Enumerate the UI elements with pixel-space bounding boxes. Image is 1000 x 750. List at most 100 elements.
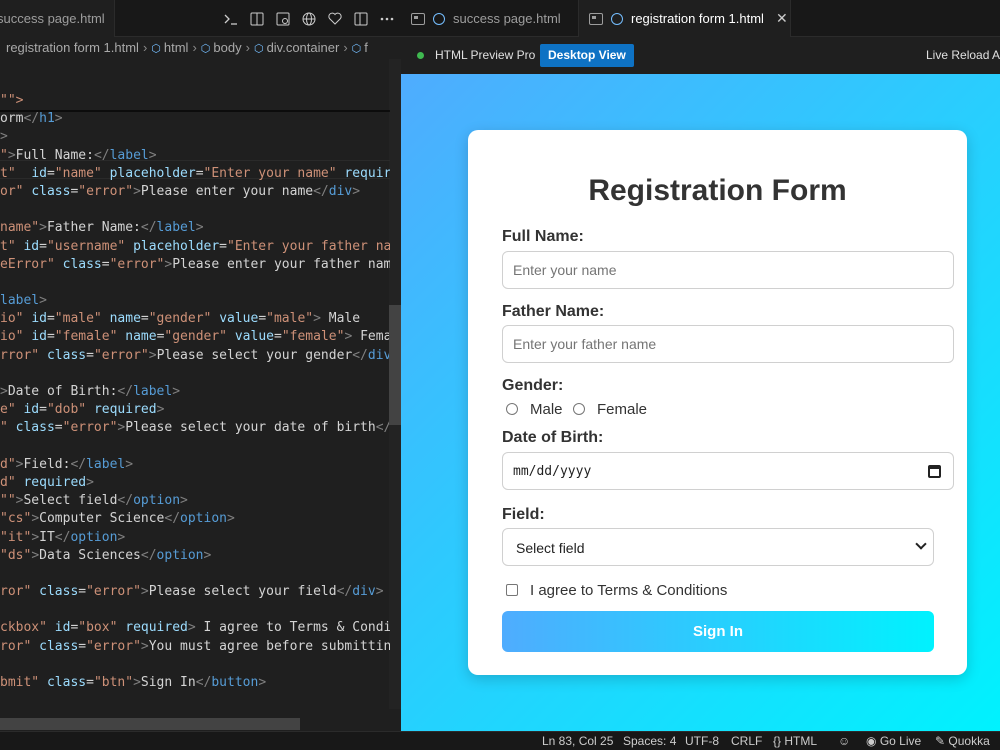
breadcrumb-more[interactable]: f — [364, 40, 368, 55]
code-token: > — [148, 347, 157, 363]
code-line[interactable]: >Date of Birth:</label> — [0, 383, 390, 401]
code-line[interactable]: ">Full Name:</label> — [0, 147, 390, 165]
globe-icon[interactable] — [301, 11, 317, 27]
tab-success-page-preview[interactable]: success page.html — [401, 0, 579, 37]
terminal-icon[interactable] — [223, 11, 239, 27]
copilot-icon[interactable]: ☺ — [838, 732, 850, 750]
code-line[interactable] — [0, 565, 390, 583]
code-line[interactable]: ckbox" id="box" required> I agree to Ter… — [0, 619, 390, 637]
code-line[interactable]: rror" class="error">Please select your g… — [0, 347, 390, 365]
breadcrumb-html[interactable]: html — [164, 40, 189, 55]
cursor-position[interactable]: Ln 83, Col 25 — [542, 732, 613, 750]
code-token: > — [7, 147, 16, 163]
code-token: "error" — [62, 420, 118, 436]
tab-registration-form[interactable]: registration form 1.html ✕ — [579, 0, 791, 37]
code-line[interactable]: d" required> — [0, 474, 390, 492]
code-line[interactable]: "ds">Data Sciences</option> — [0, 547, 390, 565]
code-token: > — [54, 111, 63, 127]
heart-icon[interactable] — [327, 11, 343, 27]
code-line[interactable]: e" id="dob" required> — [0, 401, 390, 419]
code-line[interactable] — [0, 365, 390, 383]
sign-in-button[interactable]: Sign In — [502, 611, 934, 652]
breadcrumb-container[interactable]: div.container — [267, 40, 340, 55]
vertical-scrollbar-thumb[interactable] — [389, 305, 401, 425]
close-icon[interactable]: ✕ — [776, 0, 788, 37]
code-line[interactable]: orm</h1> — [0, 110, 390, 128]
male-radio[interactable] — [506, 403, 518, 415]
code-line[interactable]: > — [0, 128, 390, 146]
code-token: " — [0, 420, 8, 436]
code-line[interactable]: ror" class="error">Please select your fi… — [0, 583, 390, 601]
code-token: > — [39, 220, 47, 236]
code-line[interactable]: " class="error">Please select your date … — [0, 419, 390, 437]
field-label: Field: — [502, 506, 545, 523]
calendar-icon[interactable] — [928, 465, 941, 478]
code-line[interactable]: "">Select field</option> — [0, 492, 390, 510]
breadcrumb-body[interactable]: body — [213, 40, 241, 55]
code-line[interactable] — [0, 201, 390, 219]
language-mode[interactable]: {} HTML — [773, 732, 817, 750]
code-line[interactable]: t" id="username" placeholder="Enter your… — [0, 238, 390, 256]
cube-icon: ⬡ — [253, 43, 264, 55]
breadcrumb-file[interactable]: registration form 1.html — [6, 40, 139, 55]
code-line[interactable]: label> — [0, 292, 390, 310]
code-line[interactable]: "cs">Computer Science</option> — [0, 510, 390, 528]
code-line[interactable]: ror" class="error">You must agree before… — [0, 638, 390, 656]
code-line[interactable] — [0, 274, 390, 292]
tab-success-page[interactable]: success page.html — [0, 0, 115, 37]
live-reload-label[interactable]: Live Reload Ac — [926, 37, 1000, 74]
code-token: </ — [93, 147, 110, 163]
more-actions-icon[interactable] — [379, 11, 395, 27]
preview-icon — [411, 12, 425, 25]
desktop-view-button[interactable]: Desktop View — [540, 44, 634, 67]
split-editor-icon[interactable] — [249, 11, 265, 27]
code-editor[interactable]: ""> orm</h1> > ">Full Name:</label> t" id="n… — [0, 92, 390, 710]
quokka-label: Quokka — [948, 734, 990, 748]
code-token: Please enter your father name — [172, 256, 390, 272]
code-token: = — [101, 256, 110, 272]
code-token: div — [367, 347, 390, 363]
code-token: name" — [0, 220, 40, 236]
indentation[interactable]: Spaces: 4 — [623, 732, 676, 750]
open-preview-icon[interactable] — [275, 11, 291, 27]
code-token: d" — [0, 474, 16, 490]
code-line[interactable]: or" class="error">Please enter your name… — [0, 183, 390, 201]
code-token: " — [0, 147, 8, 163]
code-line[interactable]: bmit" class="btn">Sign In</button> — [0, 674, 390, 692]
code-line[interactable]: io" id="female" name="gender" value="fem… — [0, 328, 390, 346]
code-token: > — [133, 183, 141, 199]
field-select[interactable]: Select field — [502, 528, 934, 566]
code-line[interactable]: ""> — [0, 92, 390, 110]
dob-input[interactable]: mm/dd/yyyy — [502, 452, 954, 490]
code-token: = — [78, 584, 87, 600]
go-live-button[interactable]: ◉ Go Live — [866, 732, 921, 750]
code-token: I agree to Terms & Conditions — [203, 620, 390, 636]
breadcrumb: registration form 1.html › ⬡ html › ⬡ body › ⬡ di… — [0, 37, 401, 59]
code-line[interactable]: io" id="male" name="gender" value="male"… — [0, 310, 390, 328]
code-line[interactable]: d">Field:</label> — [0, 456, 390, 474]
layout-icon[interactable] — [353, 11, 369, 27]
father-name-input[interactable] — [502, 325, 954, 363]
code-token: required — [344, 165, 390, 181]
code-token: "error" — [86, 584, 141, 600]
encoding[interactable]: UTF-8 — [685, 732, 719, 750]
code-line[interactable]: eError" class="error">Please enter your … — [0, 256, 390, 274]
terms-checkbox[interactable] — [506, 584, 518, 596]
code-line[interactable]: name">Father Name:</label> — [0, 219, 390, 237]
female-radio[interactable] — [573, 403, 585, 415]
code-token: > — [31, 511, 40, 527]
full-name-input[interactable] — [502, 251, 954, 289]
code-line[interactable]: "it">IT</option> — [0, 529, 390, 547]
code-line[interactable] — [0, 656, 390, 674]
code-line[interactable] — [0, 438, 390, 456]
quokka-button[interactable]: ✎ Quokka — [935, 732, 990, 750]
code-line[interactable]: t" id="name" placeholder="Enter your nam… — [0, 165, 390, 183]
code-token: "Enter your name" — [203, 165, 337, 181]
horizontal-scrollbar-thumb[interactable] — [0, 718, 300, 730]
code-line[interactable] — [0, 601, 390, 619]
code-token: IT — [39, 529, 55, 545]
end-of-line[interactable]: CRLF — [731, 732, 762, 750]
code-token: > — [187, 620, 196, 636]
code-token: > — [172, 384, 181, 399]
